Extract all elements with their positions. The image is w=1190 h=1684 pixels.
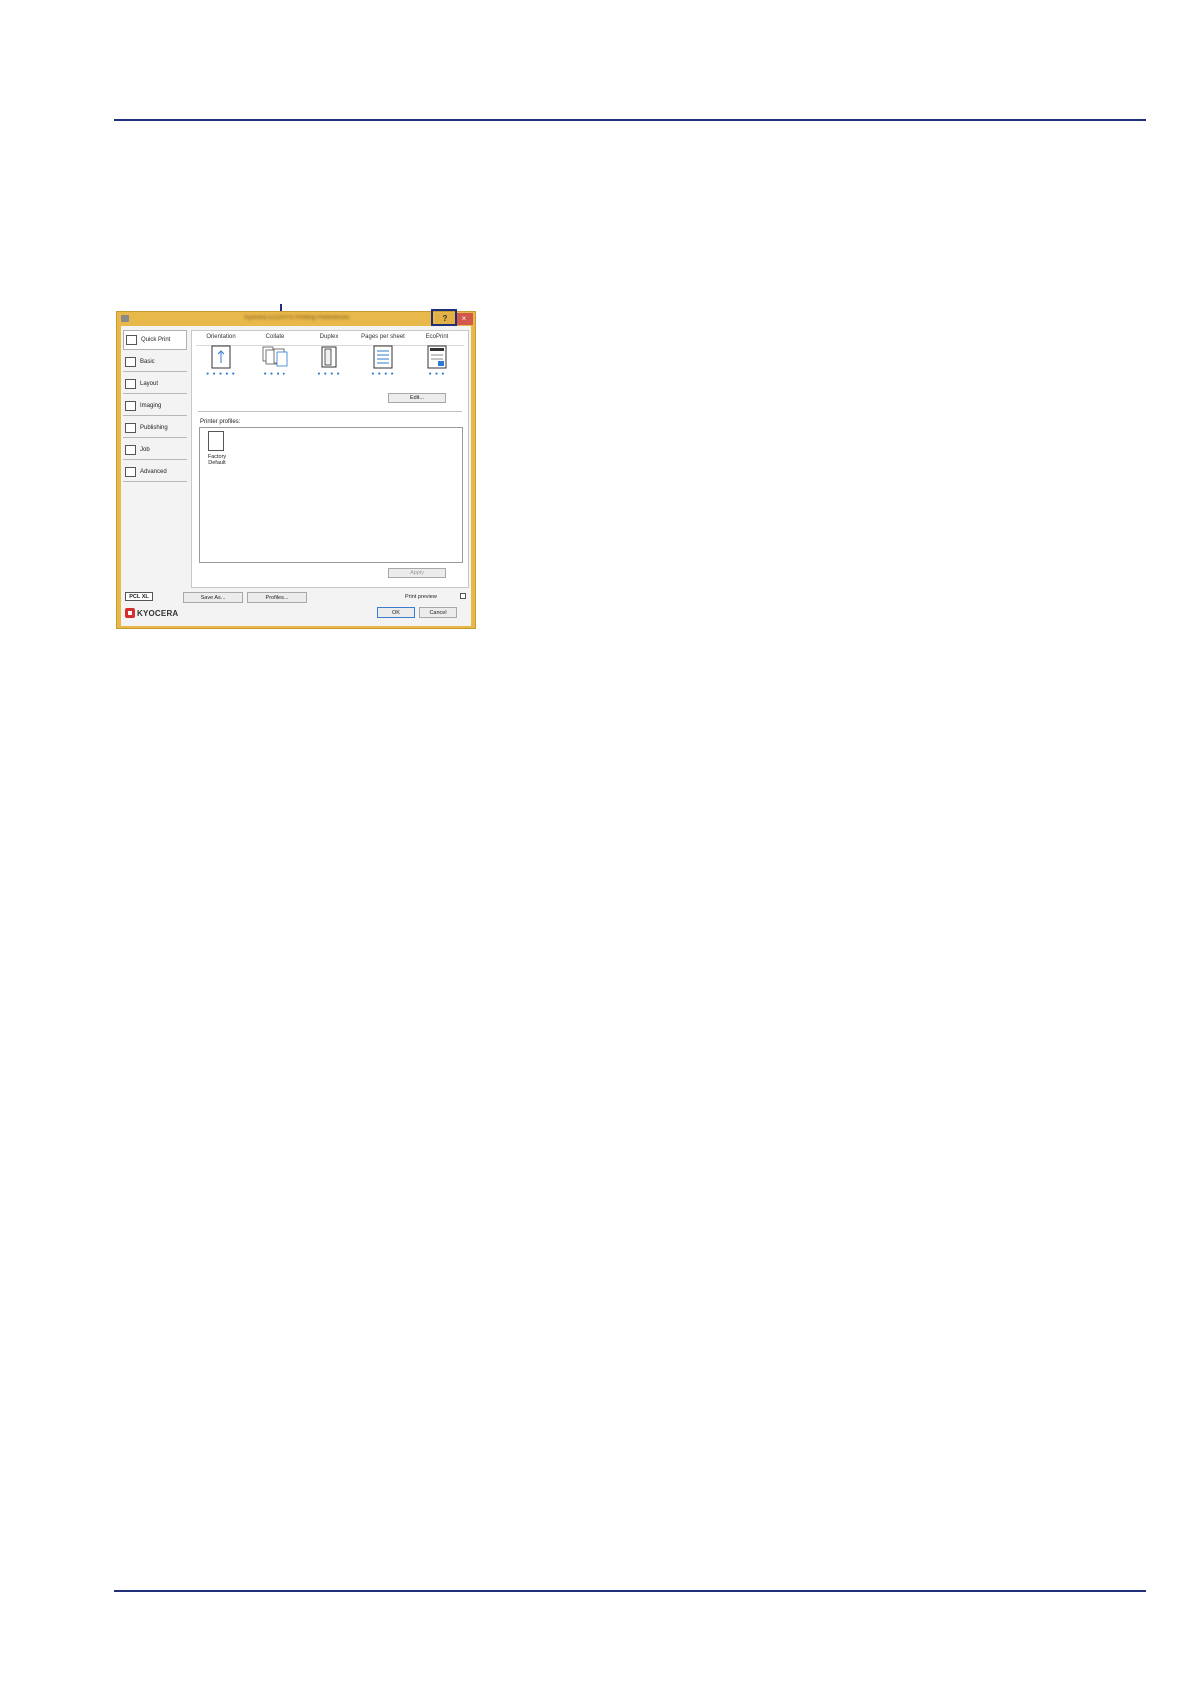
cancel-button[interactable]: Cancel <box>419 607 457 618</box>
sidebar: Quick Print Basic Layout Imaging Publish… <box>123 330 187 485</box>
dialog-title: Kyocera ECOSYS Printing Preferences <box>244 315 350 321</box>
kyocera-logo-icon <box>125 608 135 618</box>
kyocera-logo: KYOCERA <box>125 608 178 618</box>
layout-icon <box>125 379 136 389</box>
sidebar-item-advanced[interactable]: Advanced <box>123 463 187 482</box>
brand-name: KYOCERA <box>137 608 179 618</box>
sidebar-item-label: Quick Print <box>141 337 171 343</box>
save-as-button[interactable]: Save As... <box>183 592 243 603</box>
pdl-badge: PCL XL <box>125 592 153 601</box>
pages-per-sheet-icon[interactable] <box>373 345 393 369</box>
duplex-label: Duplex <box>319 334 339 340</box>
collate-label: Collate <box>265 334 285 340</box>
sidebar-item-label: Basic <box>140 359 155 365</box>
print-preview-label: Print preview <box>405 594 437 600</box>
duplex-book-icon[interactable] <box>319 345 339 369</box>
basic-icon <box>125 357 136 367</box>
orientation-label: Orientation <box>206 334 236 340</box>
ok-button[interactable]: OK <box>377 607 415 618</box>
ecoprint-column[interactable]: EcoPrint ● ● ● <box>410 333 464 377</box>
duplex-option-dots[interactable]: ● ● ● ● <box>302 372 356 377</box>
print-preview-checkbox[interactable] <box>460 593 466 599</box>
advanced-icon <box>125 467 136 477</box>
sidebar-item-job[interactable]: Job <box>123 441 187 460</box>
dialog-body: Quick Print Basic Layout Imaging Publish… <box>121 326 471 626</box>
ecoprint-option-dots[interactable]: ● ● ● <box>410 372 464 377</box>
orientation-column[interactable]: Orientation ● ● ● ● ● <box>194 333 248 377</box>
job-icon <box>125 445 136 455</box>
orientation-option-dots[interactable]: ● ● ● ● ● <box>194 372 248 377</box>
imaging-icon <box>125 401 136 411</box>
quick-print-icon <box>126 335 137 345</box>
callout-help-highlight <box>431 309 457 326</box>
collate-column[interactable]: Collate ● ● ● ▸ <box>248 333 302 377</box>
collate-pages-icon[interactable] <box>262 345 288 369</box>
sidebar-item-label: Job <box>140 447 150 453</box>
printing-preferences-dialog: Kyocera ECOSYS Printing Preferences ? × … <box>116 311 476 629</box>
portrait-arrow-icon[interactable] <box>211 345 231 369</box>
printer-app-icon <box>121 315 129 322</box>
pages-per-sheet-label: Pages per sheet <box>361 334 405 340</box>
pages-per-sheet-column[interactable]: Pages per sheet ● ● ● ● <box>356 333 410 377</box>
sidebar-item-label: Imaging <box>140 403 162 409</box>
sidebar-item-basic[interactable]: Basic <box>123 353 187 372</box>
sidebar-item-quick-print[interactable]: Quick Print <box>123 330 187 350</box>
duplex-column[interactable]: Duplex ● ● ● ● <box>302 333 356 377</box>
edit-button[interactable]: Edit... <box>388 393 446 403</box>
collate-option-dots[interactable]: ● ● ● ▸ <box>248 372 302 377</box>
ecoprint-label: EcoPrint <box>425 334 449 340</box>
sidebar-item-publishing[interactable]: Publishing <box>123 419 187 438</box>
printer-profiles-list[interactable]: Factory Default <box>199 427 463 563</box>
quick-print-panel: Orientation ● ● ● ● ● Collate ● ● ● ▸ Du… <box>191 330 469 588</box>
section-separator <box>198 411 462 412</box>
ecoprint-icon[interactable] <box>427 345 447 369</box>
apply-button[interactable]: Apply <box>388 568 446 578</box>
sidebar-item-label: Layout <box>140 381 159 387</box>
pages-per-sheet-option-dots[interactable]: ● ● ● ● <box>356 372 410 377</box>
profile-factory-default[interactable]: Factory Default <box>204 454 230 466</box>
footer-rule <box>114 1590 1146 1592</box>
publishing-icon <box>125 423 136 433</box>
close-button[interactable]: × <box>455 313 473 325</box>
sidebar-item-label: Advanced <box>140 469 167 475</box>
header-rule <box>114 119 1146 121</box>
sidebar-item-label: Publishing <box>140 425 168 431</box>
sidebar-item-imaging[interactable]: Imaging <box>123 397 187 416</box>
sidebar-item-layout[interactable]: Layout <box>123 375 187 394</box>
profile-document-icon[interactable] <box>208 431 224 451</box>
profiles-button[interactable]: Profiles... <box>247 592 307 603</box>
printer-profiles-label: Printer profiles: <box>200 419 241 425</box>
dialog-footer: PCL XL Save As... Profiles... Print prev… <box>121 590 471 626</box>
dialog-titlebar: Kyocera ECOSYS Printing Preferences ? × <box>117 312 475 326</box>
